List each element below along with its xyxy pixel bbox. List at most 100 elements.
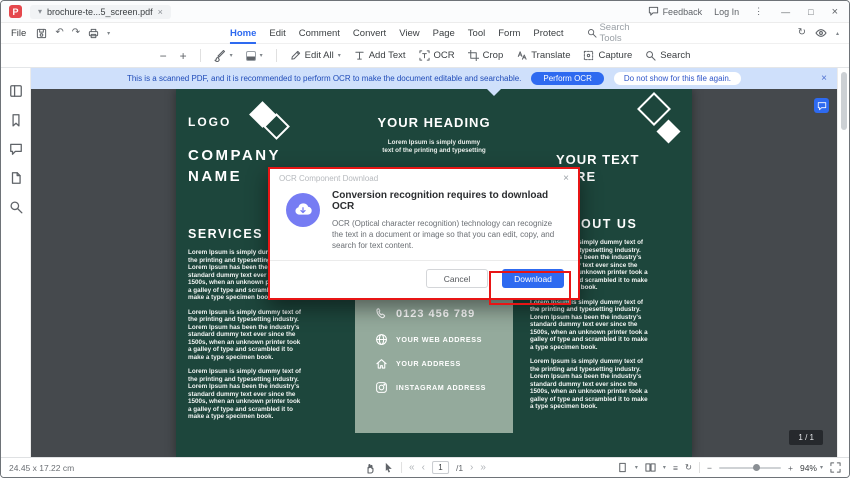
toolbar-separator (199, 49, 201, 62)
two-page-view-icon[interactable] (645, 462, 656, 473)
select-tool-icon[interactable] (383, 462, 394, 473)
fullscreen-icon[interactable] (830, 462, 841, 473)
instagram-row: INSTAGRAM ADDRESS (375, 381, 513, 394)
menu-protect[interactable]: Protect (533, 28, 563, 39)
zoom-in-button[interactable]: + (788, 463, 793, 473)
brush-dropdown-icon[interactable]: ▾ (230, 52, 233, 59)
translate-button[interactable]: Translate (516, 50, 570, 61)
menu-page[interactable]: Page (433, 28, 455, 39)
next-page-button[interactable]: › (470, 462, 473, 473)
menu-home[interactable]: Home (229, 28, 257, 44)
edit-all-button[interactable]: Edit All ▾ (290, 50, 341, 61)
cancel-button[interactable]: Cancel (426, 269, 488, 288)
first-page-button[interactable]: « (409, 462, 415, 473)
continuous-view-icon[interactable]: ≡ (673, 463, 678, 473)
previous-page-button[interactable]: ‹ (422, 462, 425, 473)
page-number-input[interactable]: 1 (431, 461, 449, 474)
format-brush-button[interactable]: ▾ (214, 49, 233, 62)
decrease-button[interactable]: − (160, 50, 167, 62)
dialog-titlebar: OCR Component Download × (270, 169, 578, 187)
menu-tool[interactable]: Tool (468, 28, 485, 39)
zoom-slider-knob[interactable] (753, 464, 761, 471)
crop-button[interactable]: Crop (467, 50, 504, 61)
save-icon[interactable] (36, 28, 47, 39)
zoom-out-button[interactable]: − (707, 463, 712, 473)
minimize-button[interactable]: — (778, 7, 793, 17)
download-button[interactable]: Download (502, 269, 564, 288)
window-close-button[interactable]: × (829, 6, 841, 18)
more-menu-icon[interactable]: ⋮ (751, 6, 766, 17)
maximize-button[interactable]: □ (805, 7, 816, 17)
sync-icon[interactable]: ↻ (798, 28, 806, 38)
page-navigation: « ‹ 1 /1 › » (364, 461, 486, 474)
undo-icon[interactable]: ↶ (55, 28, 63, 38)
thumbnails-panel-icon[interactable] (9, 84, 23, 98)
assistant-chat-icon (817, 101, 826, 110)
app-window: P ▾ brochure-te...5_screen.pdf × Feedbac… (0, 0, 850, 478)
zoom-slider[interactable] (719, 463, 781, 473)
ocr-button[interactable]: OCR (418, 50, 455, 61)
comments-panel-icon[interactable] (9, 142, 23, 156)
zoom-level-dropdown[interactable]: 94% ▾ (800, 463, 823, 473)
translate-label: Translate (531, 50, 571, 61)
quick-actions-dropdown-icon[interactable]: ▾ (107, 30, 110, 37)
search-panel-icon[interactable] (9, 200, 23, 214)
search-tools-button[interactable]: Search Tools (587, 22, 654, 44)
search-button[interactable]: Search (645, 50, 690, 61)
increase-button[interactable]: + (180, 50, 187, 62)
preview-eye-icon[interactable] (815, 27, 827, 39)
login-button[interactable]: Log In (714, 7, 739, 17)
web-address-row: YOUR WEB ADDRESS (375, 333, 513, 346)
phone-icon (376, 308, 386, 319)
menu-edit[interactable]: Edit (269, 28, 285, 39)
notification-tail (487, 89, 501, 96)
zoom-dropdown-icon: ▾ (819, 465, 823, 471)
page-view-dropdown-icon[interactable]: ▾ (635, 464, 638, 471)
titlebar: P ▾ brochure-te...5_screen.pdf × Feedbac… (1, 1, 849, 23)
last-page-button[interactable]: » (480, 462, 486, 473)
floating-assistant-button[interactable] (814, 98, 829, 113)
add-text-button[interactable]: Add Text (354, 50, 406, 61)
search-label: Search (660, 50, 691, 61)
brush-icon (214, 49, 225, 62)
lorem-paragraph: Lorem Ipsum is simply dummy text of the … (188, 368, 302, 420)
pages-panel-icon[interactable] (9, 171, 23, 185)
document-tab[interactable]: ▾ brochure-te...5_screen.pdf × (30, 4, 171, 19)
print-icon[interactable] (88, 28, 99, 39)
bookmarks-panel-icon[interactable] (9, 113, 23, 127)
color-swatch-button[interactable]: ▾ (245, 50, 263, 61)
menu-convert[interactable]: Convert (353, 28, 386, 39)
menu-comment[interactable]: Comment (299, 28, 340, 39)
tab-close-icon[interactable]: × (158, 7, 163, 17)
hand-tool-icon[interactable] (364, 462, 376, 474)
edit-all-dropdown-icon[interactable]: ▾ (338, 52, 341, 59)
menu-form[interactable]: Form (498, 28, 520, 39)
layout-dropdown-icon[interactable]: ▾ (663, 464, 666, 471)
color-dropdown-icon[interactable]: ▾ (260, 52, 263, 59)
dialog-close-icon[interactable]: × (563, 173, 569, 184)
web-address-label: YOUR WEB ADDRESS (396, 335, 483, 344)
search-tools-label: Search Tools (599, 22, 630, 44)
scrollbar-rail[interactable] (837, 68, 849, 457)
capture-button[interactable]: Capture (583, 50, 632, 61)
menu-view[interactable]: View (399, 28, 419, 39)
menu-file[interactable]: File (11, 28, 26, 39)
ocr-notification-bar: This is a scanned PDF, and it is recomme… (31, 68, 837, 89)
notification-close-icon[interactable]: × (821, 73, 827, 84)
rotate-view-icon[interactable]: ↻ (685, 462, 692, 473)
crop-label: Crop (482, 50, 504, 61)
collapse-ribbon-icon[interactable]: ▴ (836, 30, 839, 37)
view-and-zoom-controls: ▾ ▾ ≡ ↻ − + 94% ▾ (617, 462, 841, 473)
pencil-icon (290, 50, 300, 60)
feedback-label: Feedback (662, 6, 703, 17)
dismiss-notification-button[interactable]: Do not show for this file again. (613, 72, 742, 85)
brochure-logo-text: LOGO (188, 115, 232, 129)
scrollbar-thumb[interactable] (841, 72, 847, 130)
redo-icon[interactable]: ↷ (72, 28, 80, 38)
company-name-line1: COMPANY (188, 147, 282, 164)
single-page-view-icon[interactable] (617, 462, 628, 473)
tab-list-dropdown-icon[interactable]: ▾ (38, 7, 42, 16)
perform-ocr-button[interactable]: Perform OCR (531, 72, 604, 85)
feedback-button[interactable]: Feedback (648, 6, 703, 17)
add-text-label: Add Text (368, 50, 406, 61)
